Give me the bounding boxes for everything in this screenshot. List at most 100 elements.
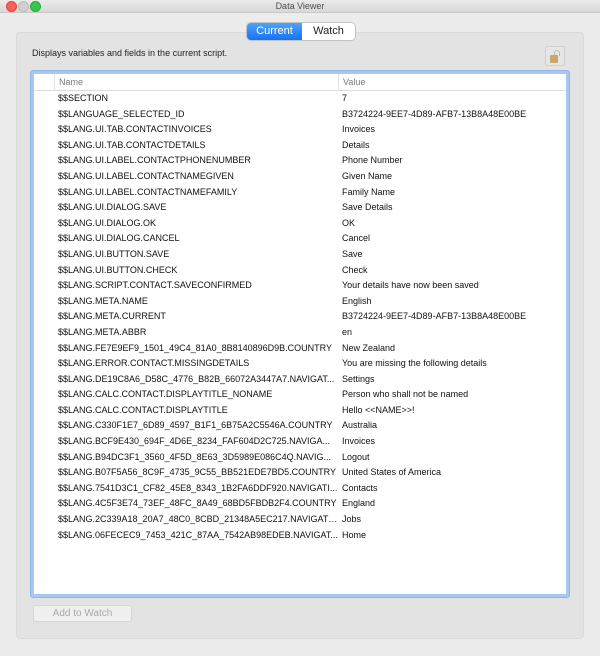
variable-value: Jobs bbox=[342, 514, 362, 525]
variable-name: $$LANG.4C5F3E74_73EF_48FC_8A49_68BD5FBDB… bbox=[58, 498, 337, 509]
variable-value: OK bbox=[342, 217, 356, 228]
column-header-name[interactable]: Name bbox=[54, 74, 83, 91]
add-to-watch-button[interactable]: Add to Watch bbox=[33, 605, 132, 622]
variable-name: $$LANG.B94DC3F1_3560_4F5D_8E63_3D5989E08… bbox=[58, 451, 332, 462]
variable-name: $$LANG.06FECEC9_7453_421C_87AA_7542AB98E… bbox=[58, 529, 338, 540]
variable-name: $$LANG.UI.DIALOG.OK bbox=[58, 217, 157, 228]
panel-description: Displays variables and fields in the cur… bbox=[32, 48, 228, 58]
window-title: Data Viewer bbox=[275, 1, 325, 11]
variable-name: $$LANG.DE19C8A6_D58C_4776_B82B_66072A344… bbox=[58, 373, 335, 384]
variable-value: Home bbox=[342, 529, 367, 540]
table-row[interactable]: $$LANG.06FECEC9_7453_421C_87AA_7542AB98E… bbox=[34, 528, 566, 544]
variable-name: $$LANG.UI.DIALOG.CANCEL bbox=[58, 233, 180, 244]
variable-name: $$LANG.UI.TAB.CONTACTDETAILS bbox=[58, 139, 206, 150]
variable-value: Save bbox=[342, 248, 363, 259]
variable-name: $$LANG.UI.BUTTON.CHECK bbox=[58, 264, 178, 275]
table-row[interactable]: $$LANG.UI.DIALOG.OK OK bbox=[34, 216, 566, 232]
variable-name: $$LANG.BCF9E430_694F_4D6E_8234_FAF604D2C… bbox=[58, 436, 330, 447]
variable-value: English bbox=[342, 295, 372, 306]
padlock-body-icon bbox=[550, 55, 558, 63]
variable-value: Check bbox=[342, 264, 368, 275]
variable-name: $$LANG.CALC.CONTACT.DISPLAYTITLE bbox=[58, 404, 228, 415]
variable-value: Hello <<NAME>>! bbox=[342, 404, 415, 415]
variable-value: Invoices bbox=[342, 436, 376, 447]
table-row[interactable]: $$LANG.UI.TAB.CONTACTDETAILS Details bbox=[34, 138, 566, 154]
tab-watch[interactable]: Watch bbox=[302, 23, 355, 40]
table-row[interactable]: $$LANG.B07F5A56_8C9F_4735_9C55_BB521EDE7… bbox=[34, 465, 566, 481]
variable-name: $$LANG.ERROR.CONTACT.MISSINGDETAILS bbox=[58, 358, 250, 369]
variable-value: Given Name bbox=[342, 170, 393, 181]
variable-name: $$LANG.META.NAME bbox=[58, 295, 148, 306]
table-row[interactable]: $$LANG.DE19C8A6_D58C_4776_B82B_66072A344… bbox=[34, 372, 566, 388]
variable-value: Person who shall not be named bbox=[342, 389, 469, 400]
table-row[interactable]: $$LANG.C330F1E7_6D89_4597_B1F1_6B75A2C55… bbox=[34, 418, 566, 434]
variable-name: $$LANG.UI.LABEL.CONTACTNAMEGIVEN bbox=[58, 170, 234, 181]
table-row[interactable]: $$LANG.7541D3C1_CF82_45E8_8343_1B2FA6DDF… bbox=[34, 481, 566, 497]
variable-name: $$LANG.META.ABBR bbox=[58, 326, 147, 337]
variable-value: Cancel bbox=[342, 233, 371, 244]
table-row[interactable]: $$LANG.CALC.CONTACT.DISPLAYTITLE_NONAME P… bbox=[34, 387, 566, 403]
variable-value: You are missing the following details bbox=[342, 358, 487, 369]
table-row[interactable]: $$LANG.B94DC3F1_3560_4F5D_8E63_3D5989E08… bbox=[34, 450, 566, 466]
table-row[interactable]: $$LANG.UI.DIALOG.CANCEL Cancel bbox=[34, 231, 566, 247]
variable-value: en bbox=[342, 326, 353, 337]
table-row[interactable]: $$LANG.UI.LABEL.CONTACTNAMEGIVEN Given Na… bbox=[34, 169, 566, 185]
table-row[interactable]: $$LANG.UI.LABEL.CONTACTPHONENUMBER Phone … bbox=[34, 153, 566, 169]
table-row[interactable]: $$LANG.UI.BUTTON.CHECK Check bbox=[34, 263, 566, 279]
table-body: $$SECTION 7 $$LANGUAGE_SELECTED_ID B3724224… bbox=[34, 91, 566, 543]
variable-name: $$LANG.UI.LABEL.CONTACTNAMEFAMILY bbox=[58, 186, 238, 197]
variable-value: Save Details bbox=[342, 202, 393, 213]
column-header-value[interactable]: Value bbox=[338, 74, 365, 91]
variables-table[interactable]: Name Value $$SECTION 7 $$LANGUAGE_SELECTED… bbox=[31, 71, 569, 597]
variable-value: England bbox=[342, 498, 376, 509]
variable-name: $$LANG.2C339A18_20A7_48C0_8CBD_21348A5EC… bbox=[58, 514, 338, 525]
view-tabs: Current Watch bbox=[247, 23, 355, 40]
variable-name: $$LANG.7541D3C1_CF82_45E8_8343_1B2FA6DDF… bbox=[58, 482, 338, 493]
table-row[interactable]: $$LANG.SCRIPT.CONTACT.SAVECONFIRMED Your … bbox=[34, 278, 566, 294]
variable-value: Logout bbox=[342, 451, 370, 462]
variable-value: Settings bbox=[342, 373, 375, 384]
variable-value: Your details have now been saved bbox=[342, 280, 479, 291]
table-row[interactable]: $$LANG.4C5F3E74_73EF_48FC_8A49_68BD5FBDB… bbox=[34, 496, 566, 512]
variable-value: Family Name bbox=[342, 186, 396, 197]
table-row[interactable]: $$LANG.META.ABBR en bbox=[34, 325, 566, 341]
table-row[interactable]: $$LANG.ERROR.CONTACT.MISSINGDETAILS You a… bbox=[34, 356, 566, 372]
variable-value: 7 bbox=[342, 93, 348, 103]
variable-name: $$SECTION bbox=[58, 93, 109, 103]
variable-value: B3724224-9EE7-4D89-AFB7-13B8A48E00BE bbox=[342, 311, 527, 322]
table-row[interactable]: $$LANG.META.NAME English bbox=[34, 294, 566, 310]
variable-name: $$LANG.META.CURRENT bbox=[58, 311, 166, 322]
variable-value: Invoices bbox=[342, 124, 376, 135]
tab-current[interactable]: Current bbox=[247, 23, 302, 40]
table-row[interactable]: $$LANG.FE7E9EF9_1501_49C4_81A0_8B8140896… bbox=[34, 341, 566, 357]
table-row[interactable]: $$LANG.UI.LABEL.CONTACTNAMEFAMILY Family … bbox=[34, 185, 566, 201]
variable-name: $$LANG.CALC.CONTACT.DISPLAYTITLE_NONAME bbox=[58, 389, 273, 400]
variable-name: $$LANG.UI.DIALOG.SAVE bbox=[58, 202, 167, 213]
table-row[interactable]: $$LANG.BCF9E430_694F_4D6E_8234_FAF604D2C… bbox=[34, 434, 566, 450]
variable-value: Contacts bbox=[342, 482, 378, 493]
variable-name: $$LANG.C330F1E7_6D89_4597_B1F1_6B75A2C55… bbox=[58, 420, 333, 431]
variable-name: $$LANG.FE7E9EF9_1501_49C4_81A0_8B8140896… bbox=[58, 342, 333, 353]
title-bar: Data Viewer bbox=[0, 0, 600, 13]
table-row[interactable]: $$LANG.UI.BUTTON.SAVE Save bbox=[34, 247, 566, 263]
variable-value: Phone Number bbox=[342, 155, 403, 166]
table-row[interactable]: $$LANG.2C339A18_20A7_48C0_8CBD_21348A5EC… bbox=[34, 512, 566, 528]
table-header: Name Value bbox=[34, 74, 566, 91]
variable-value: Details bbox=[342, 139, 370, 150]
variable-value: Australia bbox=[342, 420, 378, 431]
variable-name: $$LANG.B07F5A56_8C9F_4735_9C55_BB521EDE7… bbox=[58, 467, 336, 478]
table-row[interactable]: $$LANG.UI.DIALOG.SAVE Save Details bbox=[34, 200, 566, 216]
variable-value: B3724224-9EE7-4D89-AFB7-13B8A48E00BE bbox=[342, 108, 527, 119]
table-row[interactable]: $$LANG.UI.TAB.CONTACTINVOICES Invoices bbox=[34, 122, 566, 138]
table-row[interactable]: $$LANGUAGE_SELECTED_ID B3724224-9EE7-4D89… bbox=[34, 107, 566, 123]
table-row[interactable]: $$SECTION 7 bbox=[34, 91, 566, 107]
table-row[interactable]: $$LANG.META.CURRENT B3724224-9EE7-4D89-AF… bbox=[34, 309, 566, 325]
variable-name: $$LANGUAGE_SELECTED_ID bbox=[58, 108, 185, 119]
variable-name: $$LANG.UI.TAB.CONTACTINVOICES bbox=[58, 124, 212, 135]
variable-name: $$LANG.UI.LABEL.CONTACTPHONENUMBER bbox=[58, 155, 251, 166]
variable-name: $$LANG.SCRIPT.CONTACT.SAVECONFIRMED bbox=[58, 280, 252, 291]
table-row[interactable]: $$LANG.CALC.CONTACT.DISPLAYTITLE Hello <<… bbox=[34, 403, 566, 419]
variable-value: New Zealand bbox=[342, 342, 396, 353]
lock-button[interactable] bbox=[545, 46, 565, 66]
variable-value: United States of America bbox=[342, 467, 442, 478]
